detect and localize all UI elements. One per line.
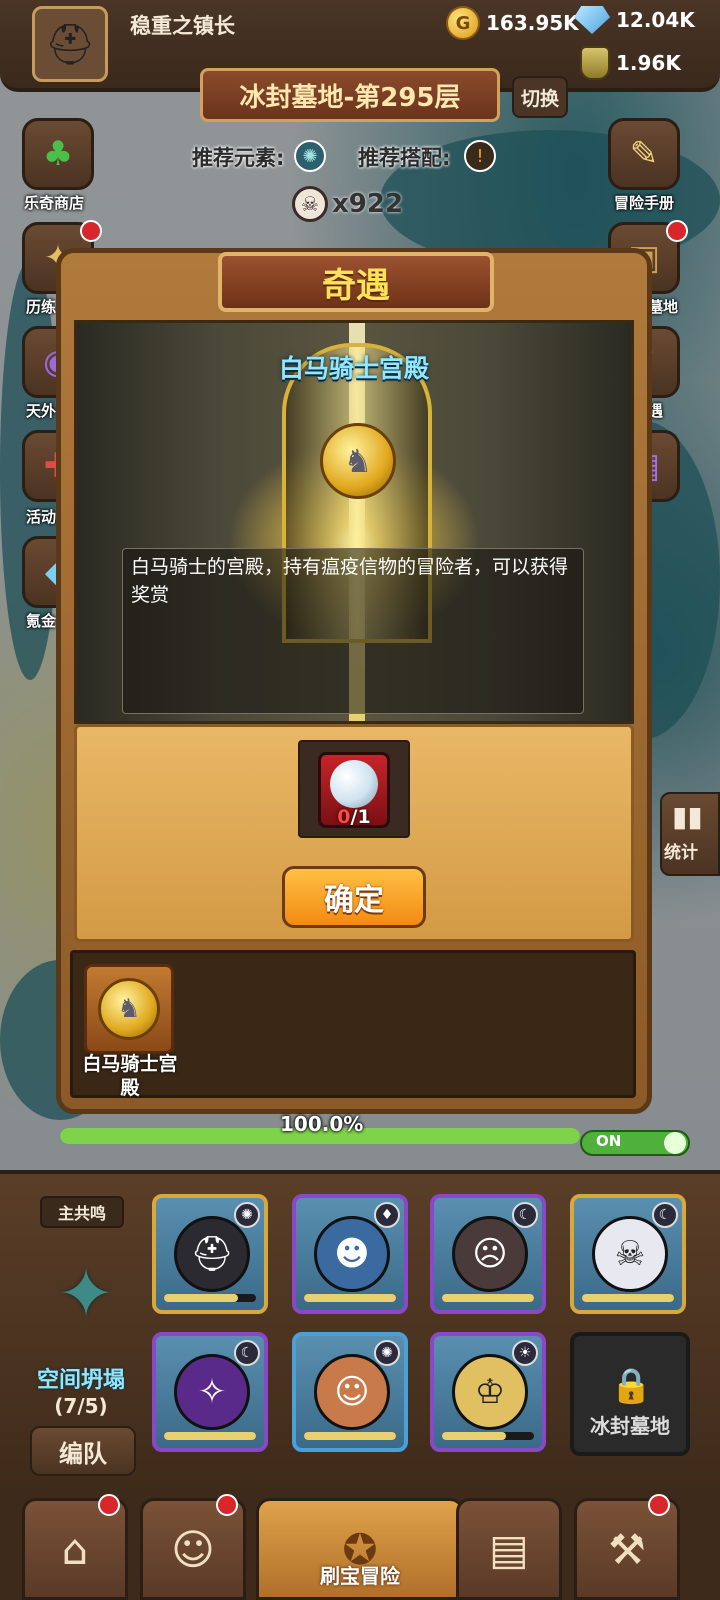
plague-token-pearl-icon — [330, 760, 378, 808]
moon-element-icon: ☾ — [512, 1202, 538, 1228]
gold-coin-icon: G — [446, 6, 480, 40]
elf-hero-icon: ☺ — [314, 1354, 390, 1430]
events-label: 活动 — [26, 508, 57, 526]
notification-dot — [98, 1494, 120, 1516]
skull-counter: ☠ x922 — [292, 186, 403, 222]
graveyard-label: 墓地 — [648, 298, 679, 316]
auto-toggle-label: ON — [596, 1132, 622, 1150]
clover-icon: ♣ — [42, 134, 74, 174]
hammer-icon: ⚒ — [608, 1524, 646, 1574]
hero-card[interactable]: ⛑ ✺ — [152, 1194, 268, 1314]
recommend-element-label: 推荐元素: — [192, 146, 285, 170]
king-hero-icon: ♔ — [452, 1354, 528, 1430]
gem-amount: 12.04K — [616, 8, 695, 32]
stage-title-banner: 冰封墓地-第295层 — [200, 68, 500, 122]
rogue-hero-icon: ☹ — [452, 1216, 528, 1292]
shop-stall-icon: ⌂ — [61, 1524, 89, 1574]
notification-dot — [648, 1494, 670, 1516]
toggle-knob — [664, 1132, 686, 1154]
gem-currency[interactable]: 12.04K — [574, 6, 695, 34]
locked-slot-label: 冰封墓地 — [590, 1414, 670, 1438]
hero-card[interactable]: ☠ ☾ — [570, 1194, 686, 1314]
scene-title: 白马骑士宫殿 — [278, 354, 429, 383]
skull-mask-hero-icon: ☠ — [592, 1216, 668, 1292]
hero-hp-bar — [164, 1294, 256, 1302]
gem-icon — [574, 6, 610, 34]
white-knight-emblem-icon: ♞ — [98, 978, 160, 1040]
topup-label: 氪金 — [26, 612, 57, 630]
bar-chart-icon: ▮▮ — [672, 800, 703, 833]
recommend-combo-label: 推荐搭配: — [358, 146, 451, 170]
confirm-button[interactable]: 确定 — [282, 866, 426, 928]
potion-icon — [580, 46, 610, 80]
hero-hp-bar — [442, 1294, 534, 1302]
hero-card[interactable]: ♔ ☀ — [430, 1332, 546, 1452]
notification-dot — [216, 1494, 238, 1516]
wind-element-icon: ✺ — [234, 1202, 260, 1228]
gold-amount: 163.95K — [486, 11, 579, 35]
hero-hp-bar — [442, 1432, 534, 1440]
hooded-hero-icon: ☻ — [314, 1216, 390, 1292]
wind-element-icon: ✺ — [374, 1340, 400, 1366]
knight-helmet-icon: ⛑ — [44, 21, 96, 68]
stats-label: 统计 — [664, 843, 698, 863]
water-element-icon: ♦ — [374, 1202, 400, 1228]
stage-progress-text: 100.0% — [280, 1112, 364, 1136]
warning-combo-icon[interactable]: ! — [464, 140, 496, 172]
nav-treasure-adventure-label: 刷宝冒险 — [320, 1564, 400, 1588]
player-avatar[interactable]: ⛑ — [32, 6, 108, 82]
formation-button[interactable]: 编队 — [30, 1426, 136, 1476]
switch-stage-button[interactable]: 切换 — [512, 76, 568, 118]
potion-amount: 1.96K — [616, 51, 681, 75]
hero-hp-bar — [304, 1432, 396, 1440]
notification-dot — [80, 220, 102, 242]
adventure-handbook-label: 冒险手册 — [614, 194, 675, 212]
event-description: 白马骑士的宫殿，持有瘟疫信物的冒险者，可以获得奖赏 — [122, 548, 584, 714]
hero-card[interactable]: ✧ ☾ — [152, 1332, 268, 1452]
backpack-icon: ▤ — [489, 1524, 529, 1574]
adventure-handbook-button[interactable]: ✎ — [608, 118, 680, 190]
hero-card[interactable]: ☺ ✺ — [292, 1332, 408, 1452]
main-resonance-label: 主共鸣 — [40, 1196, 124, 1228]
moon-element-icon: ☾ — [234, 1340, 260, 1366]
space-collapse-emblem-icon[interactable]: ✦ — [36, 1244, 136, 1344]
training-label: 历练 — [26, 298, 57, 316]
item-count-total: /1 — [350, 806, 371, 828]
wind-element-icon[interactable]: ✺ — [294, 140, 326, 172]
knight-hero-icon: ⛑ — [174, 1216, 250, 1292]
hero-card[interactable]: ☻ ♦ — [292, 1194, 408, 1314]
potion-currency[interactable]: 1.96K — [580, 46, 681, 80]
space-collapse-title: 空间坍塌 — [36, 1368, 125, 1393]
white-knight-emblem-icon: ♞ — [320, 423, 396, 499]
player-name: 稳重之镇长 — [130, 14, 235, 38]
gold-currency[interactable]: G 163.95K — [446, 6, 579, 40]
handbook-scroll-icon: ✎ — [629, 134, 659, 174]
encounter-tile-label: 白马骑士宫殿 — [82, 1053, 178, 1099]
encounter-tile[interactable]: ♞ — [84, 964, 174, 1054]
hero-card[interactable]: ☹ ☾ — [430, 1194, 546, 1314]
space-collapse-count: (7/5) — [54, 1394, 108, 1418]
hero-portrait-icon: ☺ — [171, 1524, 215, 1574]
moon-element-icon: ☾ — [652, 1202, 678, 1228]
lucky-shop-label: 乐奇商店 — [24, 194, 85, 212]
notification-dot — [666, 220, 688, 242]
modal-title: 奇遇 — [218, 252, 494, 312]
lock-icon: 🔒 — [610, 1366, 653, 1406]
sun-element-icon: ☀ — [512, 1340, 538, 1366]
hero-hp-bar — [164, 1432, 256, 1440]
hero-hp-bar — [304, 1294, 396, 1302]
hero-hp-bar — [582, 1294, 674, 1302]
required-item-count: 0/1 — [318, 806, 390, 828]
item-count-current: 0 — [337, 806, 351, 828]
wizard-hero-icon: ✧ — [174, 1354, 250, 1430]
skull-count-value: x922 — [332, 189, 404, 219]
skull-icon: ☠ — [292, 186, 328, 222]
nav-backpack-button[interactable]: ▤ — [456, 1498, 562, 1600]
lucky-shop-button[interactable]: ♣ — [22, 118, 94, 190]
beyond-label: 天外 — [26, 402, 57, 420]
